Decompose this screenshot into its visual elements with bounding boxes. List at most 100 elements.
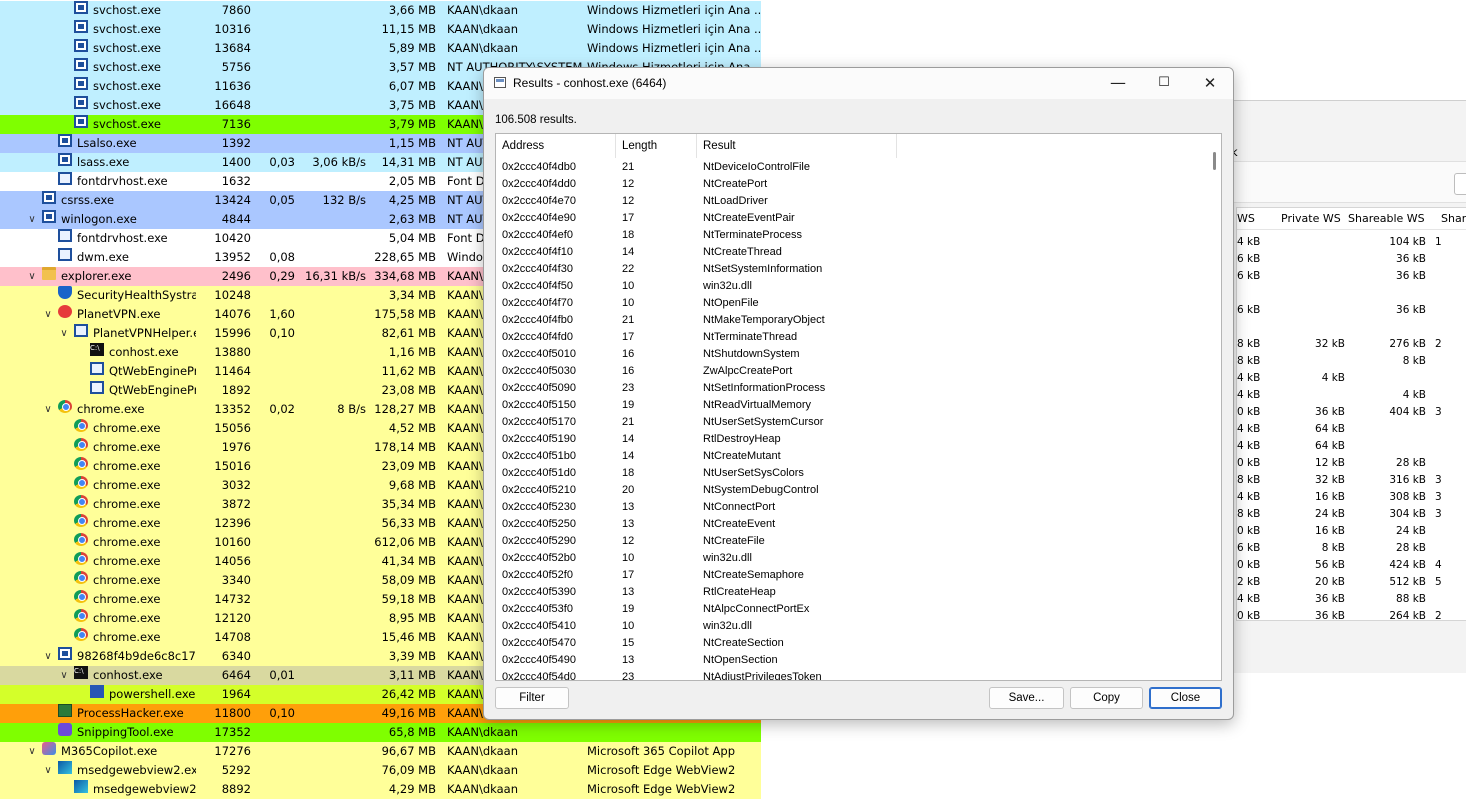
memory-row: 2 kB 20 kB 512 kB 5 — [1237, 574, 1466, 591]
column-header-result[interactable]: Result — [697, 134, 897, 158]
result-row[interactable]: 0x2ccc40f4dd0 12 NtCreatePort — [496, 176, 1206, 193]
memory-cell: 424 kB — [1389, 559, 1426, 571]
result-row[interactable]: 0x2ccc40f4f10 14 NtCreateThread — [496, 244, 1206, 261]
memory-row: 4 kB 4 kB — [1237, 387, 1466, 404]
result-row[interactable]: 0x2ccc40f4fd0 17 NtTerminateThread — [496, 329, 1206, 346]
result-row[interactable]: 0x2ccc40f4e90 17 NtCreateEventPair — [496, 210, 1206, 227]
save-button[interactable]: Save... — [989, 687, 1064, 709]
process-user: KAAN\dkaan — [447, 782, 519, 796]
result-row[interactable]: 0x2ccc40f4f30 22 NtSetSystemInformation — [496, 261, 1206, 278]
expand-chevron-icon[interactable]: ∨ — [43, 400, 53, 419]
result-row[interactable]: 0x2ccc40f5190 14 RtlDestroyHeap — [496, 431, 1206, 448]
results-dialog[interactable]: Results - conhost.exe (6464) — ☐ ✕ 106.5… — [483, 67, 1234, 720]
result-row[interactable]: 0x2ccc40f52b0 10 win32u.dll — [496, 550, 1206, 567]
memory-cell: 1 — [1435, 236, 1442, 248]
result-row[interactable]: 0x2ccc40f51d0 18 NtUserSetSysColors — [496, 465, 1206, 482]
process-memory: 15,46 MB — [381, 630, 436, 644]
result-row[interactable]: 0x2ccc40f5490 13 NtOpenSection — [496, 652, 1206, 669]
window-icon — [58, 248, 72, 261]
expand-chevron-icon[interactable]: ∨ — [59, 324, 69, 343]
process-row[interactable]: svchost.exe 7860 3,66 MB KAAN\dkaan Windows … — [0, 1, 761, 20]
result-row[interactable]: 0x2ccc40f5090 23 NtSetInformationProcess — [496, 380, 1206, 397]
result-row[interactable]: 0x2ccc40f52f0 17 NtCreateSemaphore — [496, 567, 1206, 584]
result-length: 12 — [622, 535, 635, 547]
result-row[interactable]: 0x2ccc40f4db0 21 NtDeviceIoControlFile — [496, 159, 1206, 176]
process-pid: 1392 — [221, 136, 251, 150]
memory-row: 6 kB 36 kB — [1237, 251, 1466, 268]
minimize-button[interactable]: — — [1095, 68, 1141, 99]
close-icon[interactable]: ✕ — [1187, 68, 1233, 99]
result-row[interactable]: 0x2ccc40f4ef0 18 NtTerminateProcess — [496, 227, 1206, 244]
process-pid: 7860 — [221, 3, 251, 17]
process-row[interactable]: svchost.exe 10316 11,15 MB KAAN\dkaan Window… — [0, 20, 761, 39]
col-shared[interactable]: Share — [1441, 212, 1466, 225]
memory-cell: 304 kB — [1389, 508, 1426, 520]
expand-chevron-icon[interactable]: ∨ — [43, 305, 53, 324]
console-icon: C:\ — [74, 666, 88, 679]
result-address: 0x2ccc40f4db0 — [502, 161, 576, 173]
result-row[interactable]: 0x2ccc40f4e70 12 NtLoadDriver — [496, 193, 1206, 210]
process-row[interactable]: ∨ msedgewebview2.exe 5292 76,09 MB KAAN\dkaa… — [0, 761, 761, 780]
result-row[interactable]: 0x2ccc40f5150 19 NtReadVirtualMemory — [496, 397, 1206, 414]
process-memory: 4,29 MB — [388, 782, 436, 796]
chrome-icon — [74, 438, 88, 451]
result-length: 10 — [622, 280, 635, 292]
props-window-dropdown[interactable] — [1454, 173, 1466, 195]
process-name: chrome.exe — [93, 516, 161, 530]
result-row[interactable]: 0x2ccc40f5250 13 NtCreateEvent — [496, 516, 1206, 533]
result-row[interactable]: 0x2ccc40f4fb0 21 NtMakeTemporaryObject — [496, 312, 1206, 329]
maximize-button[interactable]: ☐ — [1141, 68, 1187, 99]
expand-chevron-icon[interactable]: ∨ — [27, 267, 37, 286]
result-string: NtCreateMutant — [703, 450, 781, 462]
col-shareable-ws[interactable]: Shareable WS — [1348, 212, 1425, 225]
column-header-length[interactable]: Length — [616, 134, 697, 158]
result-row[interactable]: 0x2ccc40f4f70 10 NtOpenFile — [496, 295, 1206, 312]
result-row[interactable]: 0x2ccc40f53f0 19 NtAlpcConnectPortEx — [496, 601, 1206, 618]
result-length: 14 — [622, 450, 635, 462]
expand-chevron-icon[interactable]: ∨ — [43, 647, 53, 666]
copy-button[interactable]: Copy — [1070, 687, 1143, 709]
vertical-scrollbar[interactable] — [1208, 134, 1221, 680]
memory-cell: 2 — [1435, 610, 1442, 621]
result-address: 0x2ccc40f51d0 — [502, 467, 576, 479]
result-row[interactable]: 0x2ccc40f5010 16 NtShutdownSystem — [496, 346, 1206, 363]
expand-chevron-icon[interactable]: ∨ — [43, 761, 53, 780]
col-private-ws[interactable]: Private WS — [1281, 212, 1341, 225]
col-ws[interactable]: WS — [1237, 212, 1255, 225]
result-row[interactable]: 0x2ccc40f5210 20 NtSystemDebugControl — [496, 482, 1206, 499]
process-memory: 612,06 MB — [374, 535, 436, 549]
expand-chevron-icon[interactable]: ∨ — [27, 210, 37, 229]
memory-row: 8 kB 32 kB 316 kB 3 — [1237, 472, 1466, 489]
result-length: 21 — [622, 416, 635, 428]
process-hacker-icon — [58, 704, 72, 717]
column-header-address[interactable]: Address — [496, 134, 616, 158]
result-row[interactable]: 0x2ccc40f4f50 10 win32u.dll — [496, 278, 1206, 295]
process-row[interactable]: ∨ M365Copilot.exe 17276 96,67 MB KAAN\dkaan M… — [0, 742, 761, 761]
close-button[interactable]: Close — [1149, 687, 1222, 709]
process-row[interactable]: msedgewebview2.exe 8892 4,29 MB KAAN\dkaan M… — [0, 780, 761, 799]
result-row[interactable]: 0x2ccc40f5470 15 NtCreateSection — [496, 635, 1206, 652]
result-row[interactable]: 0x2ccc40f54d0 23 NtAdjustPrivilegesToken — [496, 669, 1206, 680]
result-row[interactable]: 0x2ccc40f5230 13 NtConnectPort — [496, 499, 1206, 516]
expand-chevron-icon[interactable]: ∨ — [59, 666, 69, 685]
dialog-title-bar[interactable]: Results - conhost.exe (6464) — ☐ ✕ — [484, 68, 1233, 99]
result-row[interactable]: 0x2ccc40f5290 12 NtCreateFile — [496, 533, 1206, 550]
result-row[interactable]: 0x2ccc40f5410 10 win32u.dll — [496, 618, 1206, 635]
process-row[interactable]: SnippingTool.exe 17352 65,8 MB KAAN\dkaan — [0, 723, 761, 742]
result-row[interactable]: 0x2ccc40f51b0 14 NtCreateMutant — [496, 448, 1206, 465]
memory-row — [1237, 319, 1466, 336]
filter-button[interactable]: Filter — [495, 687, 569, 709]
result-row[interactable]: 0x2ccc40f5390 13 RtlCreateHeap — [496, 584, 1206, 601]
scrollbar-thumb[interactable] — [1213, 152, 1216, 170]
process-name: chrome.exe — [93, 630, 161, 644]
expand-chevron-icon[interactable]: ∨ — [27, 742, 37, 761]
result-string: NtAlpcConnectPortEx — [703, 603, 810, 615]
results-table[interactable]: Address Length Result 0x2ccc40f4db0 21 NtD… — [495, 133, 1222, 681]
process-row[interactable]: svchost.exe 13684 5,89 MB KAAN\dkaan Windows… — [0, 39, 761, 58]
result-row[interactable]: 0x2ccc40f5170 21 NtUserSetSystemCursor — [496, 414, 1206, 431]
memory-cell: 316 kB — [1389, 474, 1426, 486]
process-name: svchost.exe — [93, 60, 162, 74]
service-icon — [42, 210, 56, 223]
result-row[interactable]: 0x2ccc40f5030 16 ZwAlpcCreatePort — [496, 363, 1206, 380]
properties-window-background[interactable]: k WS Private WS Shareable WS Share 4 kB1… — [1225, 100, 1466, 673]
